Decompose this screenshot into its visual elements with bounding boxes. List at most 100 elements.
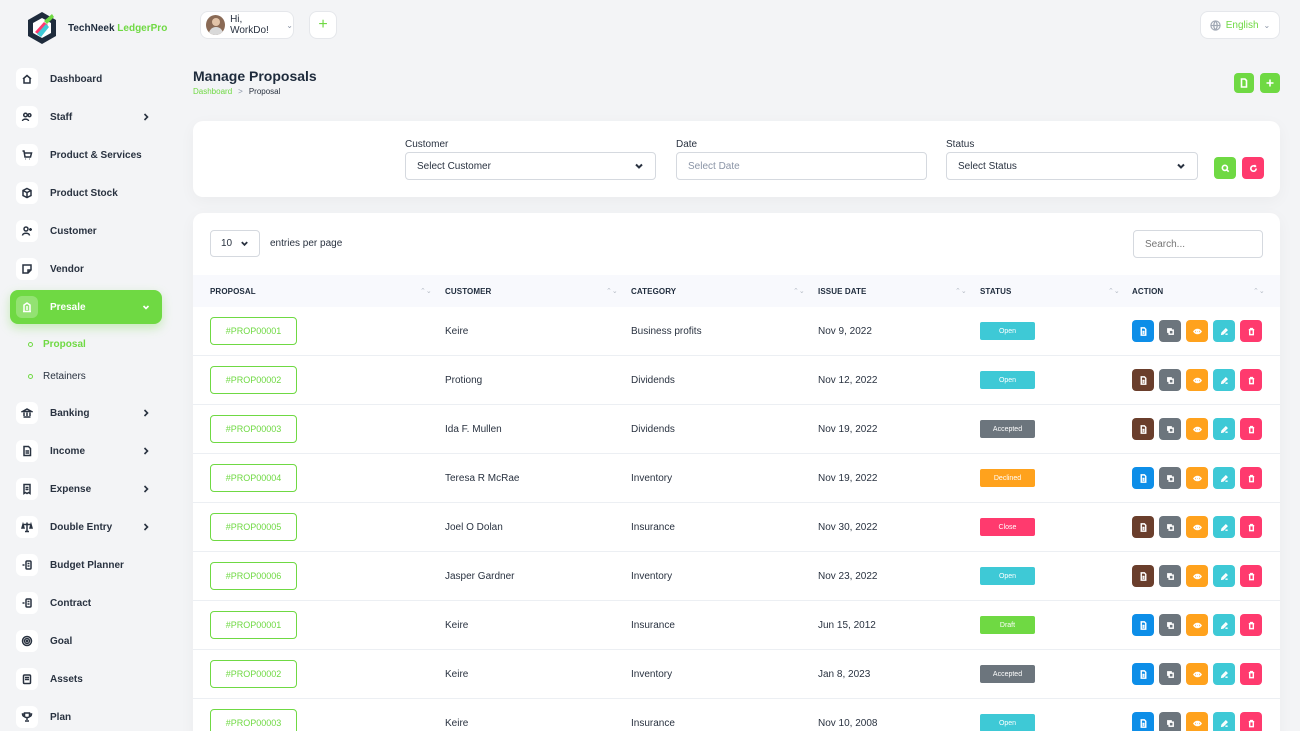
- proposal-id-link[interactable]: #PROP00001: [210, 317, 297, 345]
- duplicate-button[interactable]: [1159, 320, 1181, 342]
- sidebar-item-staff[interactable]: Staff: [10, 100, 162, 134]
- edit-button[interactable]: [1213, 565, 1235, 587]
- convert-button[interactable]: [1132, 614, 1154, 636]
- sidebar-item-expense[interactable]: Expense: [10, 472, 162, 506]
- delete-button[interactable]: [1240, 418, 1262, 440]
- duplicate-button[interactable]: [1159, 369, 1181, 391]
- proposal-id-link[interactable]: #PROP00003: [210, 415, 297, 443]
- sidebar-item-vendor[interactable]: Vendor: [10, 252, 162, 286]
- proposal-id-link[interactable]: #PROP00002: [210, 366, 297, 394]
- delete-button[interactable]: [1240, 712, 1262, 731]
- table-row: #PROP00006 Jasper Gardner Inventory Nov 23,…: [193, 552, 1280, 601]
- column-header-customer[interactable]: CUSTOMER: [445, 287, 491, 296]
- sidebar-item-income[interactable]: Income: [10, 434, 162, 468]
- sidebar-subitem-retainers[interactable]: Retainers: [10, 360, 162, 392]
- sidebar-item-plan[interactable]: Plan: [10, 700, 162, 731]
- quick-add-button[interactable]: +: [309, 11, 337, 39]
- view-button[interactable]: [1186, 614, 1208, 636]
- edit-button[interactable]: [1213, 663, 1235, 685]
- proposal-id-link[interactable]: #PROP00005: [210, 513, 297, 541]
- copy-icon: [1166, 572, 1174, 580]
- duplicate-button[interactable]: [1159, 418, 1181, 440]
- proposal-id-link[interactable]: #PROP00001: [210, 611, 297, 639]
- edit-button[interactable]: [1213, 369, 1235, 391]
- view-button[interactable]: [1186, 467, 1208, 489]
- sidebar-item-customer[interactable]: Customer: [10, 214, 162, 248]
- duplicate-button[interactable]: [1159, 516, 1181, 538]
- reset-filter-button[interactable]: [1242, 157, 1264, 179]
- delete-button[interactable]: [1240, 565, 1262, 587]
- export-button[interactable]: [1234, 73, 1254, 93]
- language-selector[interactable]: English ⌄: [1200, 11, 1280, 39]
- column-header-category[interactable]: CATEGORY: [631, 287, 676, 296]
- edit-button[interactable]: [1213, 712, 1235, 731]
- delete-button[interactable]: [1240, 614, 1262, 636]
- sidebar-item-double-entry[interactable]: Double Entry: [10, 510, 162, 544]
- delete-button[interactable]: [1240, 516, 1262, 538]
- convert-button[interactable]: [1132, 467, 1154, 489]
- date-input[interactable]: Select Date: [676, 152, 927, 180]
- sidebar-item-contract[interactable]: Contract: [10, 586, 162, 620]
- customer-select[interactable]: Select Customer: [405, 152, 656, 180]
- breadcrumb-home[interactable]: Dashboard: [193, 87, 232, 96]
- brand[interactable]: TechNeek LedgerPro: [24, 8, 167, 48]
- create-proposal-button[interactable]: [1260, 73, 1280, 93]
- sidebar-item-product-stock[interactable]: Product Stock: [10, 176, 162, 210]
- sidebar-item-assets[interactable]: Assets: [10, 662, 162, 696]
- convert-button[interactable]: [1132, 516, 1154, 538]
- user-menu-button[interactable]: Hi, WorkDo! ⌄: [200, 11, 294, 39]
- duplicate-button[interactable]: [1159, 467, 1181, 489]
- sidebar-item-budget-planner[interactable]: Budget Planner: [10, 548, 162, 582]
- edit-button[interactable]: [1213, 320, 1235, 342]
- proposal-id-link[interactable]: #PROP00002: [210, 660, 297, 688]
- table-search-input[interactable]: [1133, 230, 1263, 258]
- convert-button[interactable]: [1132, 565, 1154, 587]
- file-icon: [1240, 78, 1248, 88]
- column-header-proposal[interactable]: PROPOSAL: [210, 287, 256, 296]
- view-button[interactable]: [1186, 712, 1208, 731]
- convert-button[interactable]: [1132, 712, 1154, 731]
- status-select[interactable]: Select Status: [946, 152, 1198, 180]
- column-header-issue-date[interactable]: ISSUE DATE: [818, 287, 866, 296]
- sidebar-item-goal[interactable]: Goal: [10, 624, 162, 658]
- convert-button[interactable]: [1132, 418, 1154, 440]
- column-header-action[interactable]: ACTION: [1132, 287, 1163, 296]
- sidebar-subitem-proposal[interactable]: Proposal: [10, 328, 162, 360]
- view-button[interactable]: [1186, 320, 1208, 342]
- convert-button[interactable]: [1132, 663, 1154, 685]
- column-header-status[interactable]: STATUS: [980, 287, 1011, 296]
- table-row: #PROP00003 Keire Insurance Nov 10, 2008 Open: [193, 699, 1280, 731]
- delete-button[interactable]: [1240, 467, 1262, 489]
- duplicate-button[interactable]: [1159, 614, 1181, 636]
- view-button[interactable]: [1186, 369, 1208, 391]
- sidebar-item-dashboard[interactable]: Dashboard: [10, 62, 162, 96]
- proposal-id-link[interactable]: #PROP00003: [210, 709, 297, 731]
- convert-button[interactable]: [1132, 320, 1154, 342]
- edit-button[interactable]: [1213, 467, 1235, 489]
- duplicate-button[interactable]: [1159, 565, 1181, 587]
- apply-filter-button[interactable]: [1214, 157, 1236, 179]
- edit-button[interactable]: [1213, 418, 1235, 440]
- duplicate-button[interactable]: [1159, 663, 1181, 685]
- edit-button[interactable]: [1213, 614, 1235, 636]
- view-button[interactable]: [1186, 565, 1208, 587]
- view-button[interactable]: [1186, 418, 1208, 440]
- chevron-down-icon: [241, 241, 248, 247]
- sidebar-item-product-services[interactable]: Product & Services: [10, 138, 162, 172]
- delete-button[interactable]: [1240, 663, 1262, 685]
- entries-select[interactable]: 10: [210, 230, 260, 257]
- sidebar-item-presale[interactable]: Presale: [10, 290, 162, 324]
- proposal-cell: #PROP00001: [210, 307, 297, 355]
- proposal-id-link[interactable]: #PROP00004: [210, 464, 297, 492]
- sidebar-item-banking[interactable]: Banking: [10, 396, 162, 430]
- delete-button[interactable]: [1240, 320, 1262, 342]
- convert-button[interactable]: [1132, 369, 1154, 391]
- bullet-icon: [28, 341, 33, 347]
- proposal-id-link[interactable]: #PROP00006: [210, 562, 297, 590]
- view-button[interactable]: [1186, 663, 1208, 685]
- issue-date-cell: Nov 19, 2022: [818, 472, 878, 484]
- delete-button[interactable]: [1240, 369, 1262, 391]
- duplicate-button[interactable]: [1159, 712, 1181, 731]
- edit-button[interactable]: [1213, 516, 1235, 538]
- view-button[interactable]: [1186, 516, 1208, 538]
